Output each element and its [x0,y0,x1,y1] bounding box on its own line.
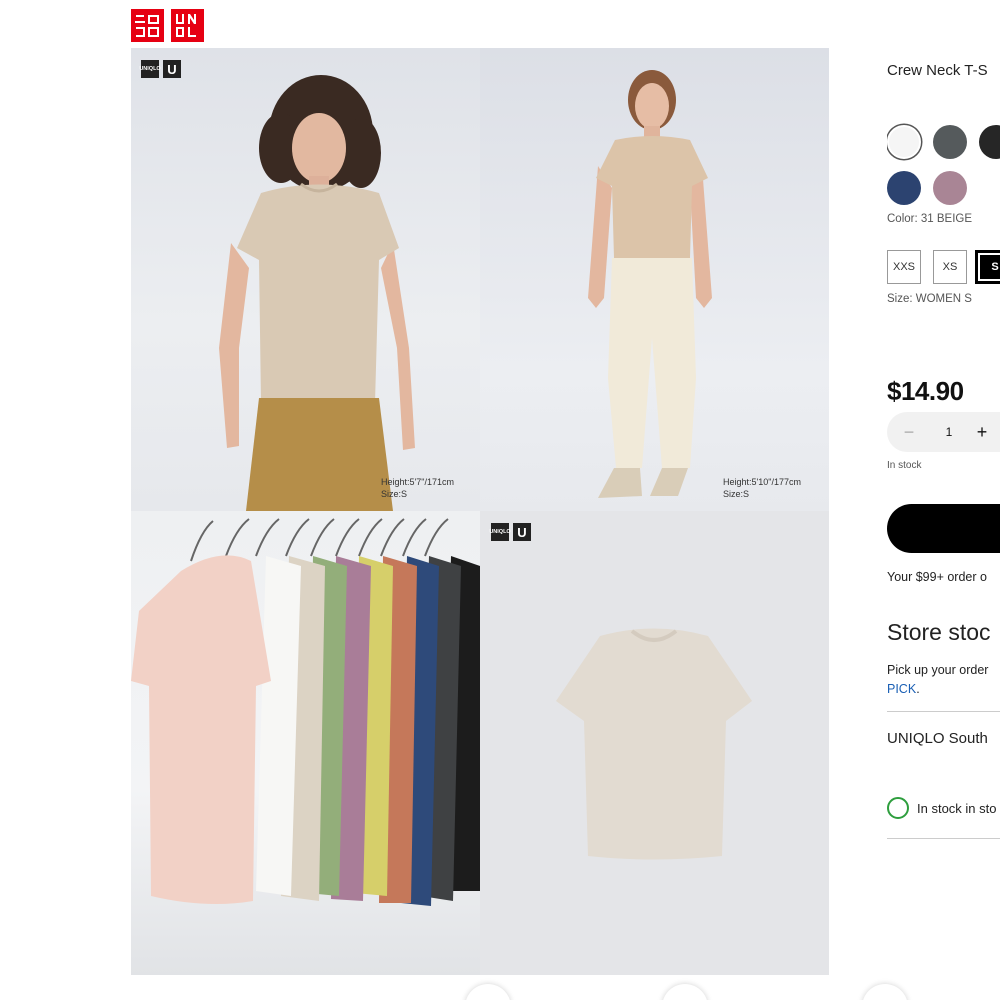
product-image-color-lineup[interactable] [131,511,480,975]
badge-group: UNIQLO U [139,60,181,78]
product-details-panel: Crew Neck T-S Color: 31 BEIGE XXS XS S S… [887,0,1000,1000]
u-badge-icon: U [513,523,531,541]
model-size: Size:S [723,489,750,499]
divider [887,711,1000,712]
store-stock-row: In stock in sto [887,797,996,819]
add-to-cart-button[interactable] [887,504,1000,553]
store-stock-heading: Store stoc [887,619,991,645]
color-swatch-white[interactable] [887,125,921,159]
search-button[interactable] [662,984,708,1000]
model-caption: Height:5'7"/171cm Size:S [381,476,454,500]
store-name[interactable]: UNIQLO South [887,730,988,747]
product-image-model-full[interactable]: Height:5'10"/177cm Size:S [480,48,829,511]
product-image-model-front[interactable]: UNIQLO U Height:5'7"/171cm Size:S [131,48,480,511]
decrease-quantity-button[interactable]: − [887,422,931,443]
pickup-text: Pick up your order [887,663,989,677]
size-option-xxs[interactable]: XXS [887,250,921,284]
color-label: Color: 31 BEIGE [887,213,973,225]
size-label: Size: WOMEN S [887,293,972,305]
pickup-info: Pick up your order PICK. [887,661,988,699]
store-stock-status: In stock in sto [917,800,997,816]
uniqlo-badge-icon: UNIQLO [489,523,511,541]
product-title: Crew Neck T-S [887,62,988,79]
color-swatch-purple[interactable] [933,171,967,205]
increase-quantity-button[interactable]: + [967,422,997,443]
uniqlo-badge-icon: UNIQLO [139,60,161,78]
logo-katakana [131,9,164,42]
model-height: Height:5'10"/177cm [723,477,801,487]
shipping-note: Your $99+ order o [887,570,987,584]
product-image-flat[interactable]: UNIQLO U [480,511,829,975]
size-option-xs[interactable]: XS [933,250,967,284]
share-button[interactable] [465,984,511,1000]
model-caption: Height:5'10"/177cm Size:S [723,476,801,500]
u-badge-icon: U [163,60,181,78]
pickup-link[interactable]: PICK [887,682,916,696]
product-price: $14.90 [887,376,964,406]
uniqlo-logo[interactable] [131,9,204,42]
stock-status: In stock [887,460,922,471]
quantity-value: 1 [945,425,953,439]
model-size: Size:S [381,489,408,499]
in-stock-circle-icon [887,797,909,819]
product-image-gallery: UNIQLO U Height:5'7"/171cm Size:S Height… [131,48,829,975]
model-height: Height:5'7"/171cm [381,477,454,487]
color-swatch-black[interactable] [979,125,1000,159]
color-swatch-navy[interactable] [887,171,921,205]
pickup-period: . [916,682,920,696]
divider [887,838,1000,839]
color-swatch-dark-gray[interactable] [933,125,967,159]
quantity-stepper[interactable]: − 1 + [887,412,1000,452]
badge-group: UNIQLO U [489,523,531,541]
logo-latin [171,9,204,42]
size-option-s[interactable]: S [975,250,1000,284]
